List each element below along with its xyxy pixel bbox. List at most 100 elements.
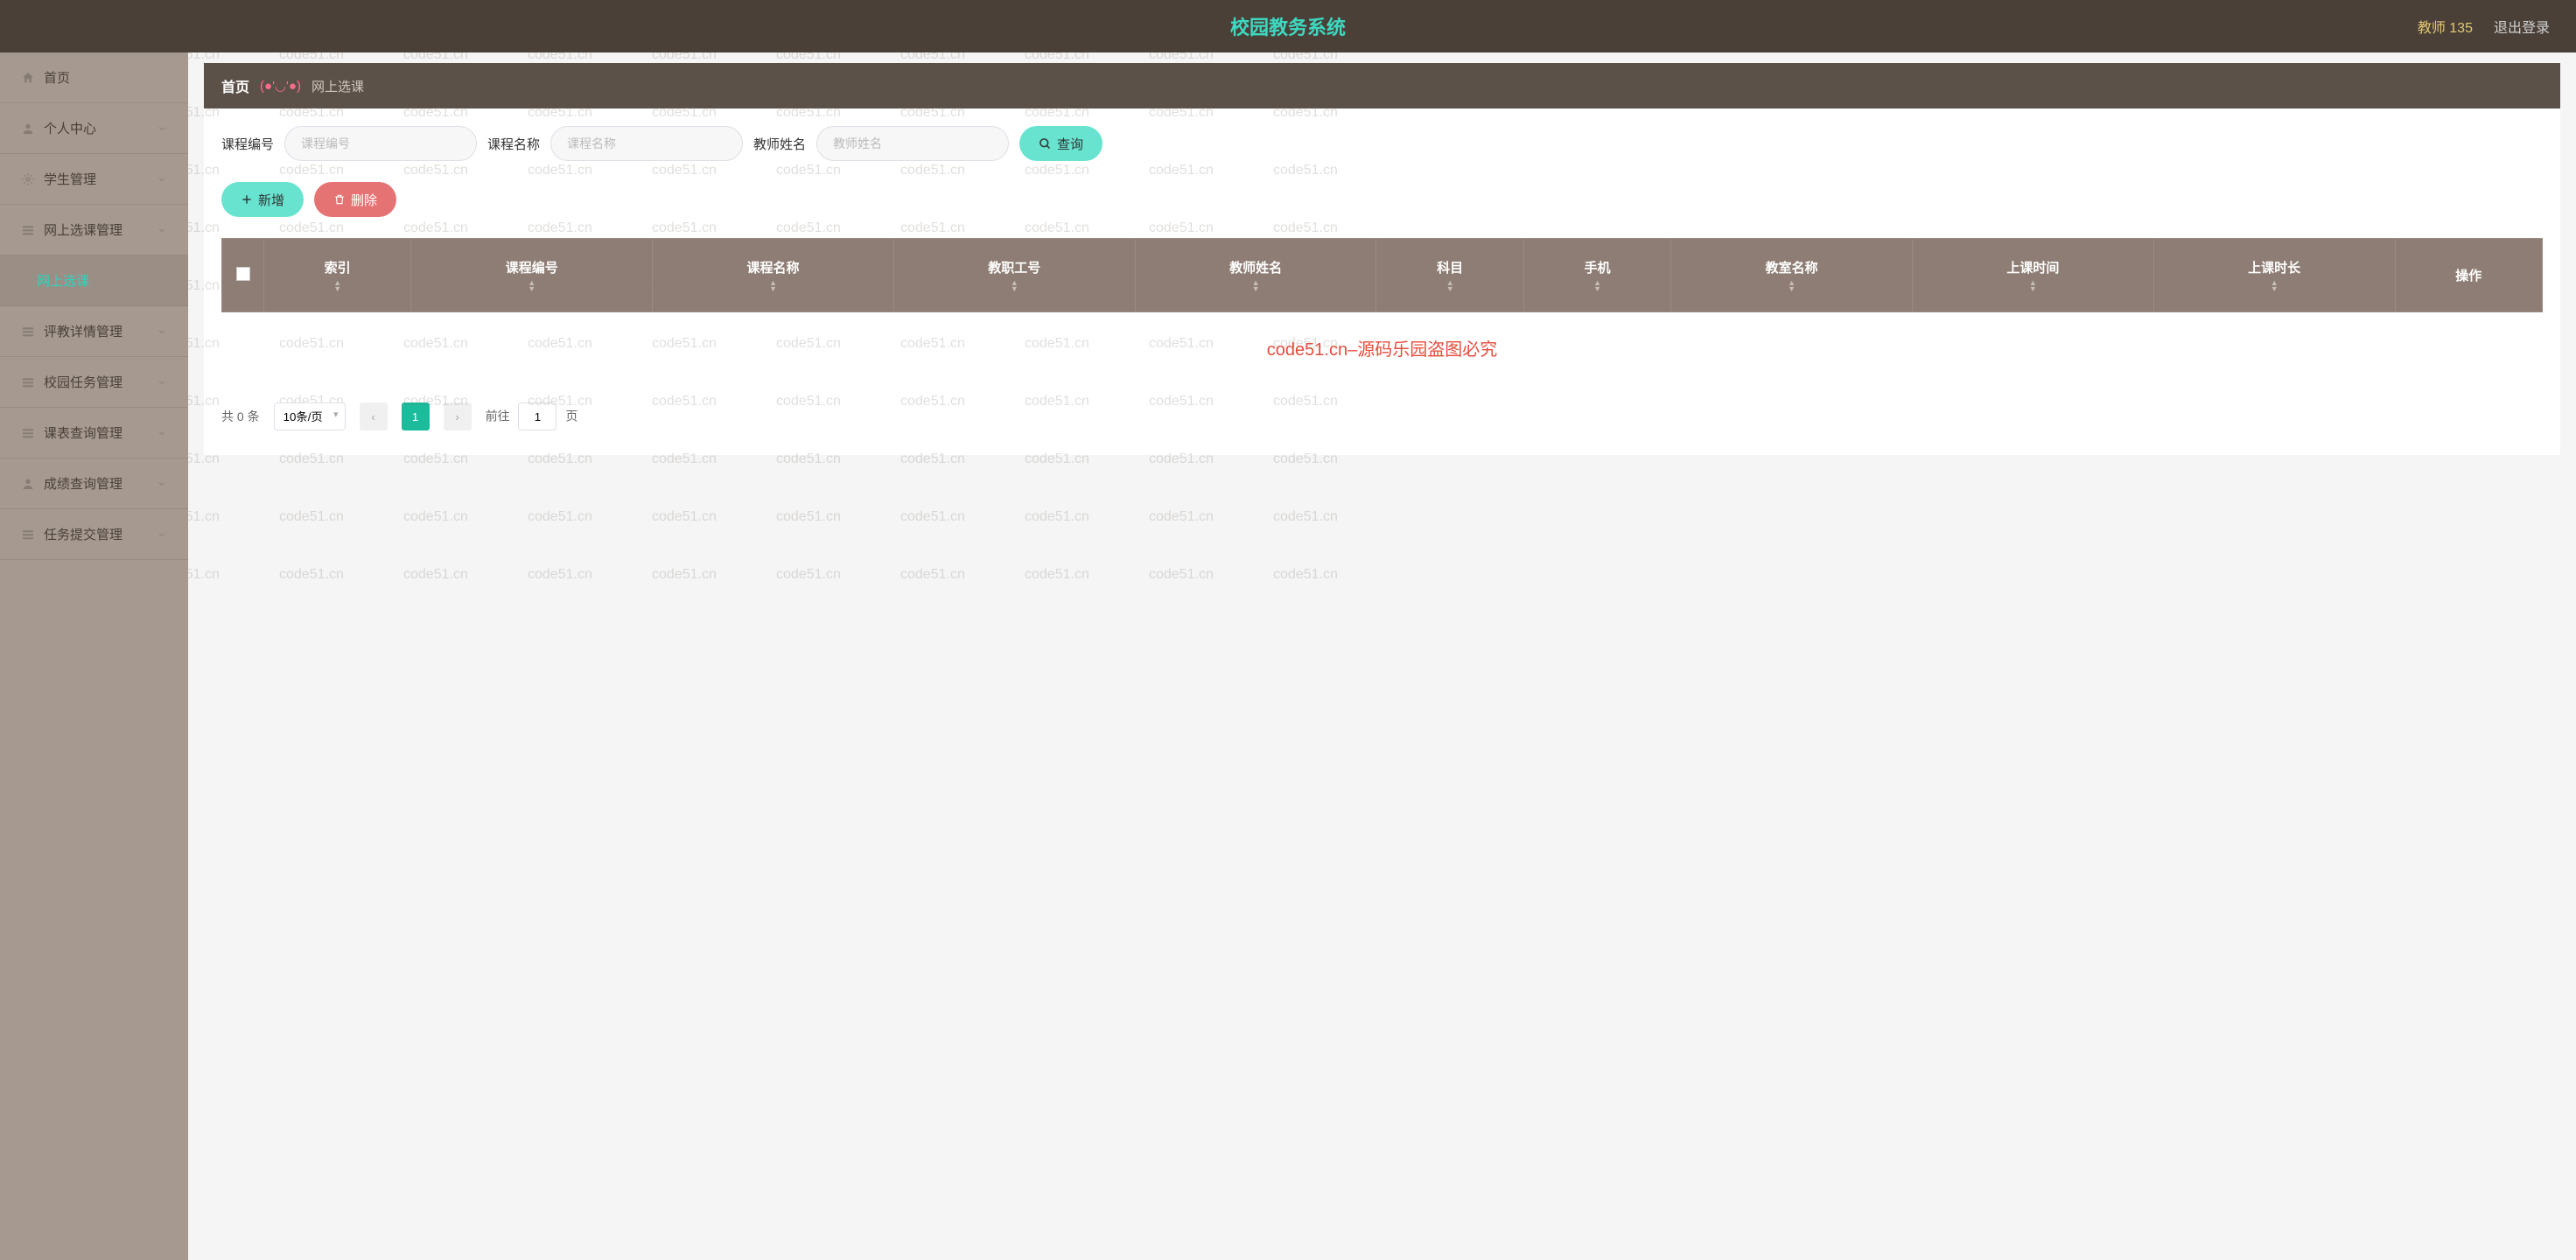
watermark: code51.cn xyxy=(528,52,592,63)
column-header-4[interactable]: 教师姓名▲▼ xyxy=(1135,239,1376,312)
sidebar-item-4[interactable]: 网上选课 xyxy=(0,256,188,306)
column-header-9[interactable]: 上课时长▲▼ xyxy=(2153,239,2395,312)
chevron-down-icon xyxy=(157,377,167,388)
user-icon xyxy=(21,477,35,491)
sidebar-item-0[interactable]: 首页 xyxy=(0,52,188,103)
watermark: code51.cn xyxy=(528,509,592,525)
sidebar-item-1[interactable]: 个人中心 xyxy=(0,103,188,154)
watermark: code51.cn xyxy=(1149,567,1214,583)
table-wrap: 索引▲▼课程编号▲▼课程名称▲▼教职工号▲▼教师姓名▲▼科目▲▼手机▲▼教室名称… xyxy=(221,238,2543,383)
home-icon xyxy=(21,71,35,85)
column-header-3[interactable]: 教职工号▲▼ xyxy=(893,239,1135,312)
watermark: code51.cn xyxy=(1149,509,1214,525)
chevron-down-icon xyxy=(157,326,167,337)
prev-page-button[interactable]: ‹ xyxy=(360,402,388,430)
column-header-10[interactable]: 操作 xyxy=(2395,239,2542,312)
column-header-1[interactable]: 课程编号▲▼ xyxy=(411,239,653,312)
watermark: code51.cn xyxy=(776,509,841,525)
column-header-8[interactable]: 上课时间▲▼ xyxy=(1912,239,2153,312)
sidebar-item-8[interactable]: 成绩查询管理 xyxy=(0,458,188,509)
sort-icon: ▲▼ xyxy=(1143,280,1369,292)
page-1-button[interactable]: 1 xyxy=(402,402,430,430)
watermark: code51.cn xyxy=(1025,509,1089,525)
sidebar-item-label: 网上选课 xyxy=(37,271,89,290)
watermark: code51.cn xyxy=(403,509,468,525)
watermark: code51.cn xyxy=(188,567,220,583)
watermark: code51.cn xyxy=(403,567,468,583)
page-jump-input[interactable] xyxy=(518,402,556,430)
sidebar-item-7[interactable]: 课表查询管理 xyxy=(0,408,188,458)
watermark: code51.cn xyxy=(279,567,344,583)
sort-icon: ▲▼ xyxy=(418,280,645,292)
add-button[interactable]: 新增 xyxy=(221,182,304,217)
page-size-select[interactable]: 10条/页 xyxy=(274,402,346,430)
sidebar-item-label: 学生管理 xyxy=(44,170,96,188)
watermark: code51.cn xyxy=(1273,509,1338,525)
sort-icon: ▲▼ xyxy=(1383,280,1516,292)
add-button-label: 新增 xyxy=(258,191,284,209)
sidebar-item-3[interactable]: 网上选课管理 xyxy=(0,205,188,256)
breadcrumb-home[interactable]: 首页 xyxy=(221,75,249,96)
select-all-checkbox[interactable] xyxy=(236,267,250,281)
sort-icon: ▲▼ xyxy=(1920,280,2146,292)
search-input-0[interactable] xyxy=(284,126,477,161)
chevron-down-icon xyxy=(157,174,167,185)
app-title: 校园教务系统 xyxy=(1230,12,1346,40)
search-input-2[interactable] xyxy=(816,126,1009,161)
gear-icon xyxy=(21,172,35,186)
logout-link[interactable]: 退出登录 xyxy=(2494,16,2550,37)
sidebar-item-label: 网上选课管理 xyxy=(44,220,122,239)
column-header-5[interactable]: 科目▲▼ xyxy=(1376,239,1523,312)
sort-icon: ▲▼ xyxy=(1531,280,1663,292)
delete-button[interactable]: 删除 xyxy=(314,182,396,217)
sort-icon: ▲▼ xyxy=(660,280,886,292)
breadcrumb-current: 网上选课 xyxy=(312,77,364,95)
sidebar-item-2[interactable]: 学生管理 xyxy=(0,154,188,205)
watermark: code51.cn xyxy=(403,52,468,63)
list-icon xyxy=(21,426,35,440)
sidebar-item-6[interactable]: 校园任务管理 xyxy=(0,357,188,408)
sidebar-item-label: 成绩查询管理 xyxy=(44,474,122,493)
watermark: code51.cn xyxy=(1025,52,1089,63)
sidebar-item-9[interactable]: 任务提交管理 xyxy=(0,509,188,560)
watermark: code51.cn xyxy=(188,52,220,63)
sidebar-item-5[interactable]: 评教详情管理 xyxy=(0,306,188,357)
sort-icon: ▲▼ xyxy=(2161,280,2388,292)
search-label-1: 课程名称 xyxy=(487,135,540,153)
sort-icon: ▲▼ xyxy=(1678,280,1905,292)
watermark: code51.cn xyxy=(528,567,592,583)
search-label-2: 教师姓名 xyxy=(753,135,806,153)
column-header-6[interactable]: 手机▲▼ xyxy=(1523,239,1670,312)
watermark: code51.cn xyxy=(1273,52,1338,63)
sidebar-item-label: 评教详情管理 xyxy=(44,322,122,340)
content-panel: 课程编号 课程名称 教师姓名 查询 新增 删除 索引▲▼课程编号▲▼课程名称▲▼教职… xyxy=(204,108,2560,455)
chevron-down-icon xyxy=(157,479,167,489)
search-input-1[interactable] xyxy=(550,126,743,161)
watermark: code51.cn xyxy=(652,509,717,525)
action-row: 新增 删除 xyxy=(221,182,2543,217)
header: 校园教务系统 教师 135 退出登录 xyxy=(0,0,2576,52)
column-header-7[interactable]: 教室名称▲▼ xyxy=(1671,239,1913,312)
header-right: 教师 135 退出登录 xyxy=(2418,16,2550,37)
pagination-jump: 前往 页 xyxy=(486,402,578,430)
list-icon xyxy=(21,223,35,237)
trash-icon xyxy=(333,193,346,206)
sidebar-item-label: 校园任务管理 xyxy=(44,373,122,391)
column-header-0[interactable]: 索引▲▼ xyxy=(264,239,411,312)
search-icon xyxy=(1039,137,1052,150)
chevron-down-icon xyxy=(157,123,167,134)
watermark: code51.cn xyxy=(900,567,965,583)
sidebar: 首页个人中心学生管理网上选课管理网上选课评教详情管理校园任务管理课表查询管理成绩… xyxy=(0,52,188,1260)
delete-button-label: 删除 xyxy=(351,191,377,209)
column-header-2[interactable]: 课程名称▲▼ xyxy=(653,239,894,312)
next-page-button[interactable]: › xyxy=(444,402,472,430)
search-label-0: 课程编号 xyxy=(221,135,274,153)
sidebar-item-label: 课表查询管理 xyxy=(44,424,122,442)
sort-icon: ▲▼ xyxy=(901,280,1128,292)
table-empty-text: code51.cn–源码乐园盗图必究 xyxy=(222,312,2543,384)
sidebar-item-label: 首页 xyxy=(44,68,70,87)
watermark: code51.cn xyxy=(279,509,344,525)
user-icon xyxy=(21,122,35,136)
watermark: code51.cn xyxy=(652,567,717,583)
query-button[interactable]: 查询 xyxy=(1019,126,1102,161)
